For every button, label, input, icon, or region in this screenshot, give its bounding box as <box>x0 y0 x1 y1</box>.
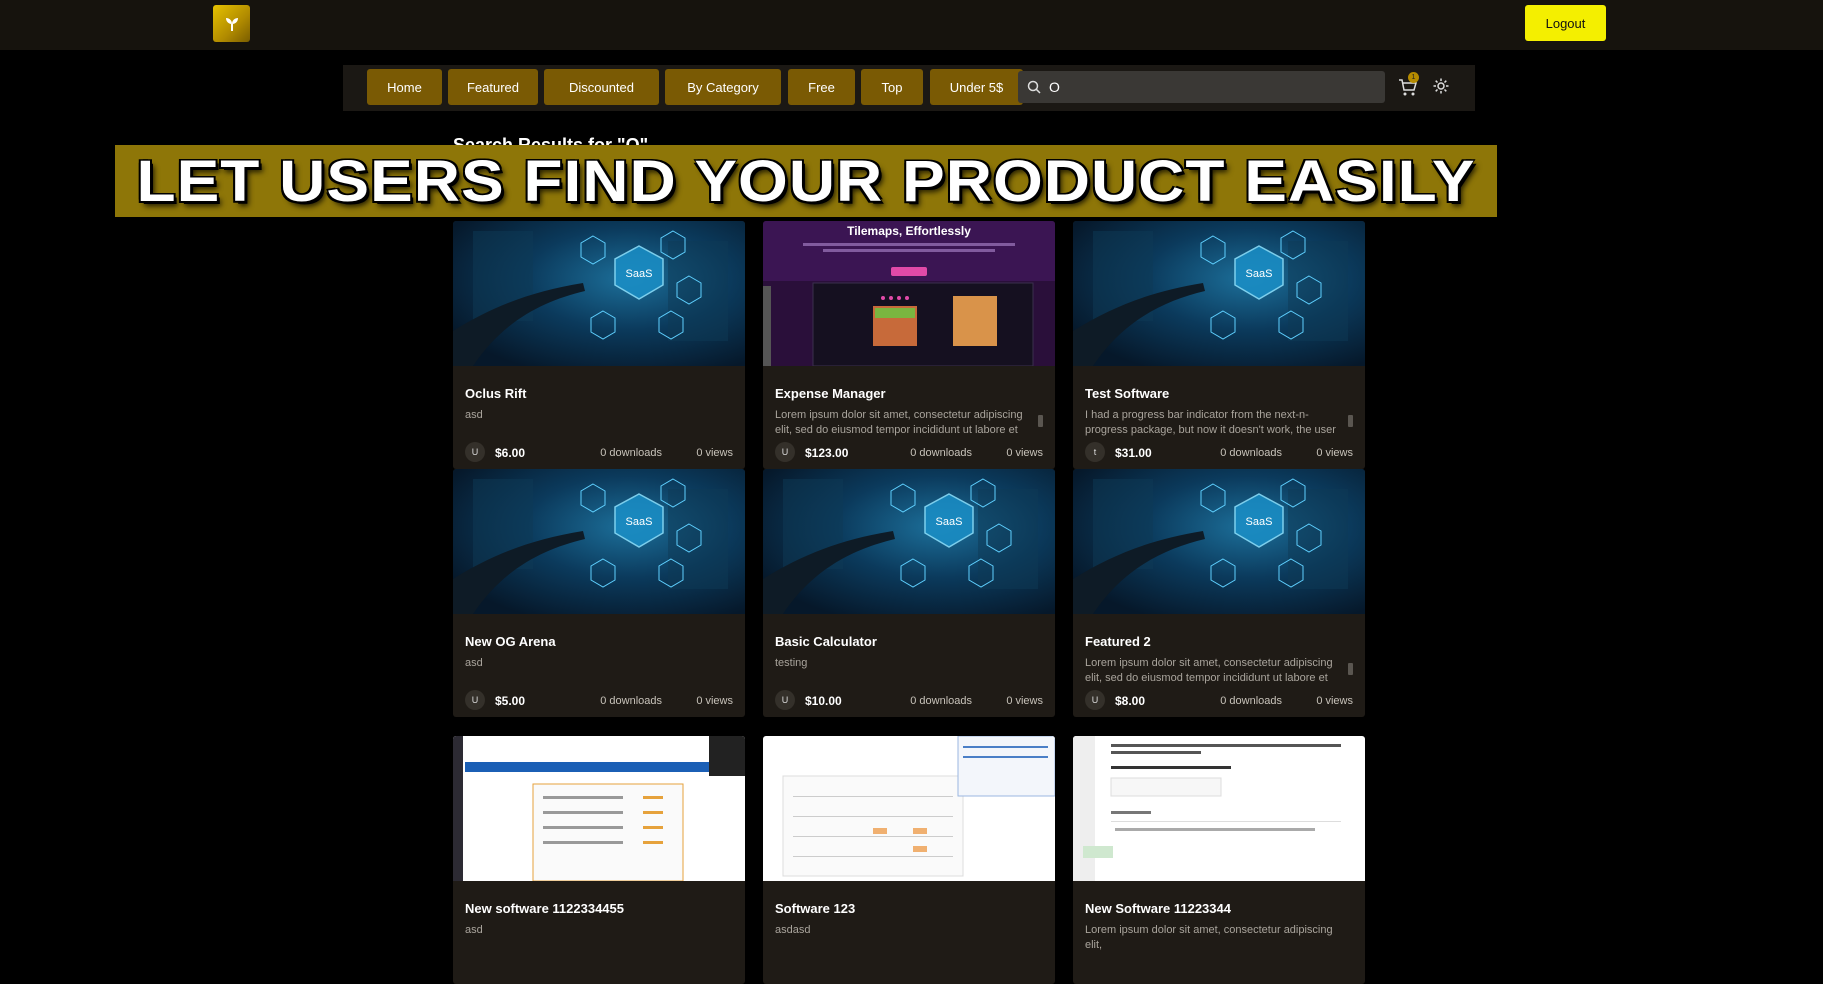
nav-under-5-button[interactable]: Under 5$ <box>930 69 1023 105</box>
search-input[interactable] <box>1049 79 1369 95</box>
top-bar: Logout <box>0 0 1823 50</box>
category-nav: Home Featured Discounted By Category Fre… <box>343 65 1475 111</box>
product-card[interactable]: Tilemaps, Effortlessly Expense Manager L… <box>763 221 1055 469</box>
product-thumbnail[interactable]: SaaS <box>453 469 745 614</box>
seller-avatar: U <box>775 690 795 710</box>
product-card[interactable]: SaaS Test Software I had a progress bar … <box>1073 221 1365 469</box>
download-count: 0 downloads <box>1220 695 1282 707</box>
view-count: 0 views <box>1006 447 1043 459</box>
product-title[interactable]: Software 123 <box>775 901 855 916</box>
product-thumbnail[interactable]: SaaS <box>453 221 745 366</box>
product-price: $10.00 <box>805 694 842 708</box>
download-count: 0 downloads <box>910 447 972 459</box>
product-thumbnail[interactable]: SaaS <box>1073 221 1365 366</box>
product-thumbnail[interactable] <box>1073 736 1365 881</box>
download-count: 0 downloads <box>600 695 662 707</box>
product-price: $31.00 <box>1115 446 1152 460</box>
nav-free-button[interactable]: Free <box>788 69 855 105</box>
view-count: 0 views <box>1006 695 1043 707</box>
svg-text:SaaS: SaaS <box>936 516 963 528</box>
product-title[interactable]: New Software 11223344 <box>1085 901 1231 916</box>
product-card[interactable]: SaaS Featured 2 Lorem ipsum dolor sit am… <box>1073 469 1365 717</box>
banner-text: LET USERS FIND YOUR PRODUCT EASILY <box>136 147 1476 215</box>
product-description: testing <box>775 657 808 669</box>
product-card[interactable]: SaaS Basic Calculator testing U $10.00 0… <box>763 469 1055 717</box>
description-scrollbar[interactable] <box>1348 415 1353 427</box>
product-title[interactable]: New OG Arena <box>465 634 556 649</box>
product-description: I had a progress bar indicator from the … <box>1085 409 1336 436</box>
product-description: Lorem ipsum dolor sit amet, consectetur … <box>1085 657 1333 684</box>
svg-text:SaaS: SaaS <box>1246 268 1273 280</box>
product-description: asd <box>465 409 483 421</box>
product-price: $123.00 <box>805 446 849 460</box>
view-count: 0 views <box>1316 447 1353 459</box>
product-title[interactable]: New software 1122334455 <box>465 901 624 916</box>
download-count: 0 downloads <box>910 695 972 707</box>
view-count: 0 views <box>1316 695 1353 707</box>
product-thumbnail[interactable]: Tilemaps, Effortlessly <box>763 221 1055 366</box>
product-price: $8.00 <box>1115 694 1146 708</box>
nav-top-button[interactable]: Top <box>861 69 923 105</box>
product-price: $5.00 <box>495 694 526 708</box>
product-description: Lorem ipsum dolor sit amet, consectetur … <box>1085 924 1333 951</box>
product-description: asd <box>465 924 483 936</box>
product-thumbnail[interactable]: SaaS <box>1073 469 1365 614</box>
product-thumbnail[interactable] <box>763 736 1055 881</box>
svg-text:SaaS: SaaS <box>1246 516 1273 528</box>
download-count: 0 downloads <box>1220 447 1282 459</box>
seller-avatar: U <box>465 442 485 462</box>
product-title[interactable]: Expense Manager <box>775 386 886 401</box>
logout-button[interactable]: Logout <box>1525 5 1606 41</box>
tilemap-headline: Tilemaps, Effortlessly <box>847 224 971 238</box>
view-count: 0 views <box>696 447 733 459</box>
nav-home-button[interactable]: Home <box>367 69 442 105</box>
seller-avatar: U <box>465 690 485 710</box>
product-price: $6.00 <box>495 446 526 460</box>
product-description: asd <box>465 657 483 669</box>
seller-avatar: U <box>1085 690 1105 710</box>
cart-count-badge: 1 <box>1408 72 1419 83</box>
seller-avatar: U <box>775 442 795 462</box>
product-title[interactable]: Featured 2 <box>1085 634 1151 649</box>
product-description: asdasd <box>775 924 811 936</box>
description-scrollbar[interactable] <box>1348 663 1353 675</box>
search-icon <box>1027 80 1041 94</box>
description-scrollbar[interactable] <box>1038 415 1043 427</box>
seller-avatar: t <box>1085 442 1105 462</box>
product-thumbnail[interactable] <box>453 736 745 881</box>
svg-text:SaaS: SaaS <box>626 516 653 528</box>
promo-banner: LET USERS FIND YOUR PRODUCT EASILY <box>115 145 1497 217</box>
nav-discounted-button[interactable]: Discounted <box>544 69 659 105</box>
product-thumbnail[interactable]: SaaS <box>763 469 1055 614</box>
product-title[interactable]: Basic Calculator <box>775 634 877 649</box>
plant-sprout-icon <box>225 17 238 31</box>
search-bar[interactable] <box>1018 71 1385 103</box>
nav-by-category-button[interactable]: By Category <box>665 69 781 105</box>
nav-featured-button[interactable]: Featured <box>448 69 538 105</box>
product-description: Lorem ipsum dolor sit amet, consectetur … <box>775 409 1023 436</box>
product-card[interactable]: New Software 11223344 Lorem ipsum dolor … <box>1073 736 1365 984</box>
logo-button[interactable] <box>213 5 250 42</box>
product-title[interactable]: Oclus Rift <box>465 386 526 401</box>
product-card[interactable]: SaaS New OG Arena asd U $5.00 0 download… <box>453 469 745 717</box>
download-count: 0 downloads <box>600 447 662 459</box>
product-card[interactable]: SaaS Oclus Rift asd U $6.00 0 downloads … <box>453 221 745 469</box>
product-card[interactable]: Software 123 asdasd <box>763 736 1055 984</box>
svg-text:SaaS: SaaS <box>626 268 653 280</box>
view-count: 0 views <box>696 695 733 707</box>
product-title[interactable]: Test Software <box>1085 386 1169 401</box>
gear-icon[interactable] <box>1432 77 1450 95</box>
product-card[interactable]: New software 1122334455 asd <box>453 736 745 984</box>
